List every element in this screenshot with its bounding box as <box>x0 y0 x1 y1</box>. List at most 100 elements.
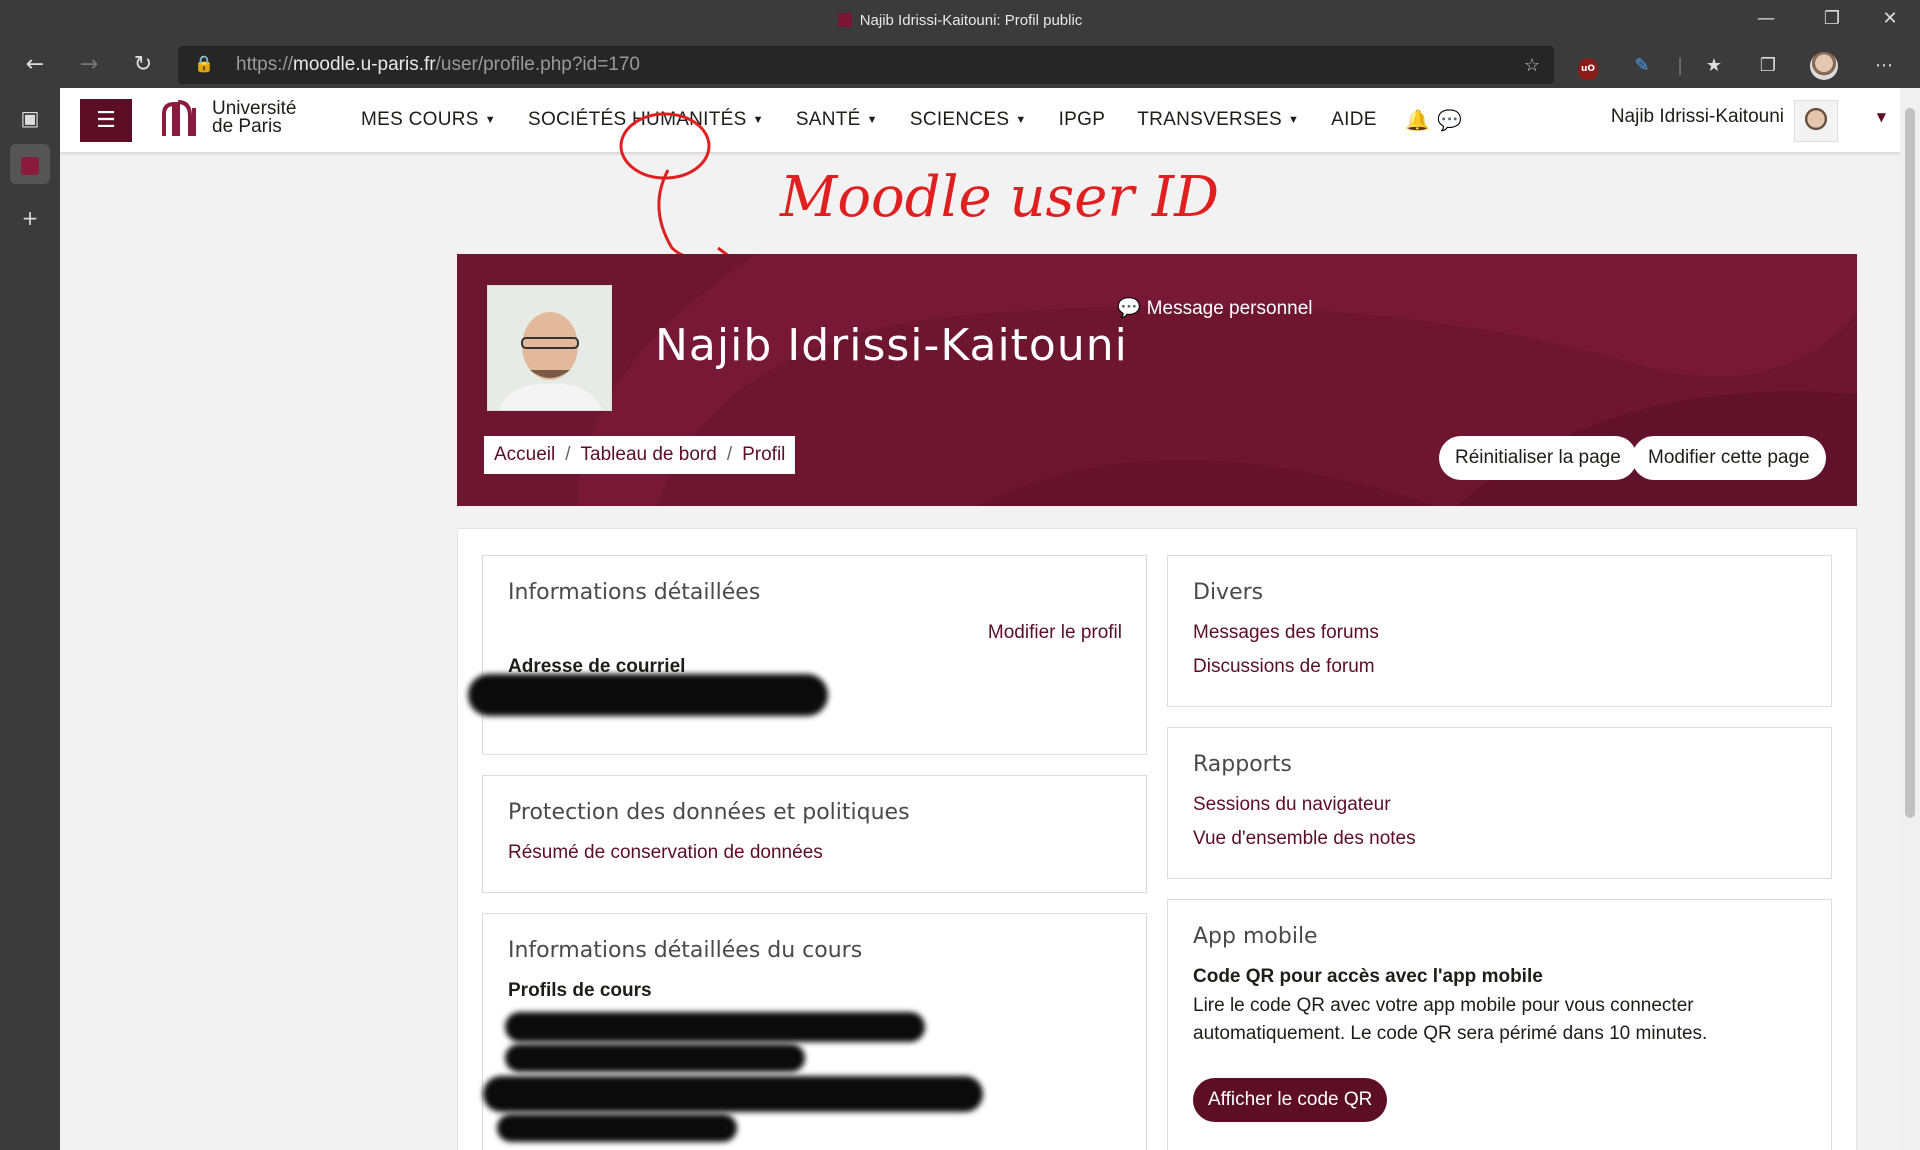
card-title: App mobile <box>1193 924 1318 949</box>
qr-heading: Code QR pour accès avec l'app mobile <box>1193 966 1543 987</box>
refresh-icon[interactable]: ↻ <box>128 50 158 80</box>
favorites-icon[interactable]: ★ <box>1700 52 1728 80</box>
tab-moodle[interactable] <box>10 144 50 184</box>
card-reports: Rapports Sessions du navigateur Vue d'en… <box>1167 727 1832 879</box>
more-options-icon[interactable]: ⋯ <box>1870 52 1898 80</box>
menu-ipgp[interactable]: IPGP <box>1043 88 1122 152</box>
menu-label: SANTÉ <box>795 109 861 130</box>
card-detailed-info: Informations détaillées Modifier le prof… <box>468 555 1147 755</box>
caret-down-icon: ▼ <box>866 114 878 126</box>
menu-label: TRANSVERSES <box>1137 109 1282 130</box>
edit-page-button[interactable]: Modifier cette page <box>1632 436 1826 480</box>
collections-icon[interactable]: ❐ <box>1754 52 1782 80</box>
edit-profile-link[interactable]: Modifier le profil <box>988 622 1122 644</box>
url-text[interactable]: https://moodle.u-paris.fr/user/profile.p… <box>236 46 640 84</box>
profile-content: Informations détaillées Modifier le prof… <box>457 528 1857 1150</box>
redacted-email <box>468 674 828 716</box>
profile-picture <box>487 285 612 411</box>
logo-text: Université de Paris <box>212 99 296 137</box>
card-title: Informations détaillées <box>508 580 761 605</box>
menu-label: SOCIÉTÉS HUMANITÉS <box>527 109 747 130</box>
lock-icon[interactable]: 🔒 <box>194 46 214 84</box>
url-host: moodle.u-paris.fr <box>293 54 436 75</box>
menu-label: MES COURS <box>361 109 479 130</box>
browser-titlebar: Najib Idrissi-Kaitouni: Profil public — … <box>0 0 1920 42</box>
forum-posts-link[interactable]: Messages des forums <box>1193 622 1379 644</box>
card-title: Divers <box>1193 580 1264 605</box>
card-course-details: Informations détaillées du cours Profils… <box>482 913 1147 1150</box>
breadcrumb-accueil[interactable]: Accueil <box>494 444 555 465</box>
breadcrumb-tableau-de-bord[interactable]: Tableau de bord <box>581 444 717 465</box>
course-profiles-label: Profils de cours <box>508 980 652 1001</box>
message-label: Message personnel <box>1146 298 1313 319</box>
show-qr-code-button[interactable]: Afficher le code QR <box>1193 1078 1388 1122</box>
main-menu: MES COURS ▼ SOCIÉTÉS HUMANITÉS ▼ SANTÉ ▼ SC… <box>345 88 1393 152</box>
menu-mes-cours[interactable]: MES COURS ▼ <box>345 88 512 152</box>
url-path: /user/profile.php?id=170 <box>435 54 640 75</box>
caret-down-icon: ▼ <box>752 114 764 126</box>
breadcrumb: Accueil / Tableau de bord / Profil <box>484 436 796 474</box>
browser-sessions-link[interactable]: Sessions du navigateur <box>1193 794 1391 816</box>
window-title: Najib Idrissi-Kaitouni: Profil public <box>0 12 1920 29</box>
page-scrollbar[interactable] <box>1900 88 1920 1150</box>
card-title: Protection des données et politiques <box>508 800 910 825</box>
caret-down-icon: ▼ <box>1015 114 1027 126</box>
card-title: Informations détaillées du cours <box>508 938 863 963</box>
redacted-course-4 <box>497 1114 737 1142</box>
add-favorite-icon[interactable]: ☆ <box>1524 46 1540 84</box>
grades-overview-link[interactable]: Vue d'ensemble des notes <box>1193 828 1416 850</box>
profile-header-banner: Najib Idrissi-Kaitouni 💬 Message personne… <box>457 254 1857 506</box>
close-window-icon[interactable]: ✕ <box>1868 8 1912 29</box>
scrollbar-thumb[interactable] <box>1905 108 1915 818</box>
url-scheme: https:// <box>236 54 294 75</box>
tab-actions-icon[interactable]: ▣ <box>10 98 50 138</box>
card-misc: Divers Messages des forums Discussions d… <box>1167 555 1832 707</box>
maximize-icon[interactable]: ❐ <box>1810 8 1854 29</box>
window-title-text: Najib Idrissi-Kaitouni: Profil public <box>859 12 1083 29</box>
notifications-bell-icon[interactable]: 🔔 <box>1405 108 1430 132</box>
profile-avatar-icon[interactable] <box>1810 52 1838 80</box>
messages-chat-icon[interactable]: 💬 <box>1437 108 1462 132</box>
user-menu-avatar[interactable] <box>1794 100 1838 142</box>
menu-label: IPGP <box>1058 109 1106 130</box>
pen-extension-icon[interactable]: ✎ <box>1628 52 1656 80</box>
address-bar[interactable]: 🔒 https://moodle.u-paris.fr/user/profile… <box>178 46 1554 84</box>
page-viewport: ☰ Université de Paris MES COURS ▼ SOCIÉTÉ… <box>60 88 1900 1150</box>
breadcrumb-separator: / <box>565 444 571 465</box>
annotation-text: Moodle user ID <box>779 165 1219 230</box>
menu-societes-humanites[interactable]: SOCIÉTÉS HUMANITÉS ▼ <box>512 88 780 152</box>
forum-discussions-link[interactable]: Discussions de forum <box>1193 656 1375 678</box>
send-message-link[interactable]: 💬 Message personnel <box>1117 296 1313 320</box>
browser-toolbar: ← → ↻ 🔒 https://moodle.u-paris.fr/user/p… <box>0 42 1920 88</box>
drawer-toggle-button[interactable]: ☰ <box>80 99 132 142</box>
site-favicon-icon <box>837 13 852 27</box>
menu-transverses[interactable]: TRANSVERSES ▼ <box>1121 88 1315 152</box>
new-tab-icon[interactable]: + <box>10 198 50 238</box>
user-menu-name[interactable]: Najib Idrissi-Kaitouni <box>1611 106 1784 128</box>
logo-line2: de Paris <box>212 116 282 137</box>
menu-sante[interactable]: SANTÉ ▼ <box>780 88 894 152</box>
logo-mark-icon <box>162 100 196 136</box>
back-arrow-icon[interactable]: ← <box>20 50 50 80</box>
caret-down-icon: ▼ <box>484 114 496 126</box>
minimize-icon[interactable]: — <box>1744 8 1788 29</box>
universite-paris-favicon-icon <box>21 156 39 175</box>
redacted-course-2 <box>505 1044 805 1072</box>
card-mobile-app: App mobile Code QR pour accès avec l'app… <box>1167 899 1832 1150</box>
menu-aide[interactable]: AIDE <box>1315 88 1393 152</box>
data-retention-summary-link[interactable]: Résumé de conservation de données <box>508 842 823 864</box>
forward-arrow-icon[interactable]: → <box>74 50 104 80</box>
message-bubble-icon: 💬 <box>1117 298 1141 319</box>
user-menu-caret-icon[interactable]: ▼ <box>1877 110 1886 124</box>
breadcrumb-profil[interactable]: Profil <box>742 444 785 465</box>
ublock-extension-icon[interactable]: uO <box>1574 52 1602 80</box>
menu-label: AIDE <box>1331 109 1377 130</box>
toolbar-divider: | <box>1676 55 1684 76</box>
card-privacy: Protection des données et politiques Rés… <box>482 775 1147 893</box>
universite-de-paris-logo[interactable]: Université de Paris <box>160 96 310 142</box>
caret-down-icon: ▼ <box>1287 114 1300 126</box>
reset-page-button[interactable]: Réinitialiser la page <box>1439 436 1637 480</box>
moodle-navbar: ☰ Université de Paris MES COURS ▼ SOCIÉTÉ… <box>60 88 1900 152</box>
menu-sciences[interactable]: SCIENCES ▼ <box>894 88 1043 152</box>
vertical-tabs-sidebar: ▣ + <box>0 88 60 1150</box>
